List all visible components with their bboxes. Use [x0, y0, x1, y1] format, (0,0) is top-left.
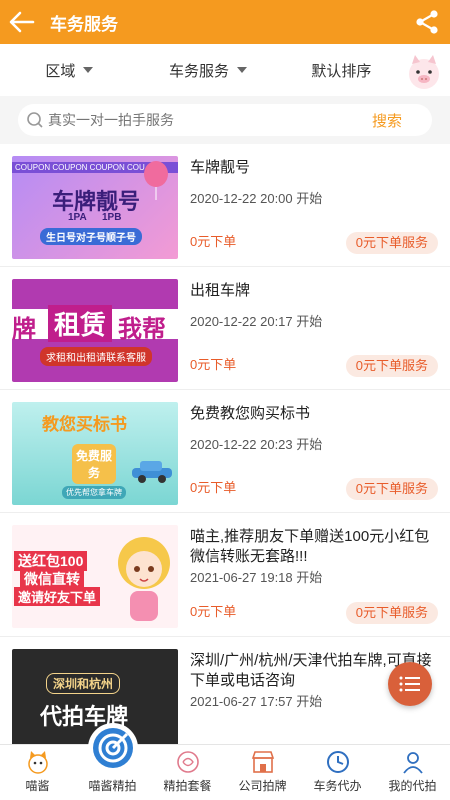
item-name: 车牌靓号	[190, 159, 251, 176]
item-price: 0元下单	[190, 357, 237, 372]
nav-label: 喵酱	[25, 779, 50, 793]
item-thumbnail: 教您买标书 免费服务 优先帮您拿车牌	[12, 402, 178, 505]
user-icon	[402, 752, 423, 774]
share-icon[interactable]	[414, 9, 440, 35]
list-item[interactable]: 牌 租赁 我帮 求租和出租请联系客服 出租车牌 2020-12-22 20:17…	[0, 267, 450, 390]
item-time: 2021-06-27 17:57 开始	[190, 694, 323, 709]
thumb-line-2: 微信直转	[20, 569, 84, 589]
pig-mascot-icon	[409, 55, 439, 89]
nav-label: 我的代拍	[388, 779, 437, 793]
nav-item-gongsi-paipai[interactable]: 公司拍牌	[225, 745, 300, 800]
cartoon-girl-icon	[118, 537, 170, 621]
order-button[interactable]: 0元下单服务	[345, 602, 438, 624]
search-input[interactable]	[48, 112, 348, 128]
thumb-sub1: 1PA	[68, 212, 87, 223]
item-name: 喵主,推荐朋友下单赠送100元小红包微信转账无套路!!!	[190, 528, 430, 565]
thumb-bottom: 优先帮您拿车牌	[62, 486, 126, 499]
filter-region-label: 区域	[45, 62, 76, 80]
menu-fab-button[interactable]	[388, 662, 432, 706]
item-name: 出租车牌	[190, 282, 251, 299]
search-button[interactable]: 搜索	[372, 110, 402, 131]
nav-label: 公司拍牌	[238, 779, 287, 793]
package-icon	[176, 751, 199, 773]
nav-item-jingpai-taocan[interactable]: 精拍套餐	[150, 745, 225, 800]
cat-icon	[27, 751, 48, 774]
store-icon	[251, 751, 274, 773]
search-bar: 搜索	[0, 96, 450, 144]
list-item[interactable]: COUPON COUPON COUPON COU 车牌靓号 1PA 1PB 生日…	[0, 144, 450, 267]
app-header: 车务服务	[0, 0, 450, 44]
filter-sort-label: 默认排序	[311, 62, 372, 80]
item-name: 免费教您购买标书	[190, 405, 311, 422]
filter-service-label: 车务服务	[169, 62, 230, 80]
thumb-bottom: 求租和出租请联系客服	[40, 347, 152, 366]
order-button[interactable]: 0元下单服务	[345, 232, 438, 254]
search-icon	[27, 112, 43, 128]
filter-service[interactable]: 车务服务	[139, 60, 278, 81]
item-time: 2020-12-22 20:17 开始	[190, 314, 323, 329]
filter-bar: 区域 车务服务 默认排序	[0, 44, 450, 96]
service-list: COUPON COUPON COUPON COU 车牌靓号 1PA 1PB 生日…	[0, 144, 450, 744]
car-icon	[132, 461, 172, 483]
item-price: 0元下单	[190, 604, 237, 619]
item-thumbnail: 送红包100 微信直转 邀请好友下单	[12, 525, 178, 628]
order-button[interactable]: 0元下单服务	[345, 355, 438, 377]
thumb-line-1: 送红包100	[14, 551, 88, 571]
nav-label: 车务代办	[313, 779, 362, 793]
thumb-line-1: 深圳和杭州	[46, 673, 121, 694]
thumb-text-2: 租赁	[48, 305, 113, 342]
search-box: 搜索	[18, 104, 432, 136]
list-item[interactable]: 送红包100 微信直转 邀请好友下单 喵主,推荐朋友下单赠送100元小红包微信转…	[0, 513, 450, 637]
item-price: 0元下单	[190, 480, 237, 495]
order-button[interactable]: 0元下单服务	[345, 478, 438, 500]
back-button[interactable]	[0, 0, 44, 44]
item-thumbnail: COUPON COUPON COUPON COU 车牌靓号 1PA 1PB 生日…	[12, 156, 178, 259]
caret-down-icon	[83, 67, 94, 73]
nav-label: 喵酱精拍	[88, 779, 137, 793]
item-price: 0元下单	[190, 234, 237, 249]
thumb-bottom: 生日号对子号顺子号	[40, 228, 142, 245]
thumb-sub: 免费服务	[72, 444, 116, 484]
thumb-text-1: 牌	[12, 316, 36, 343]
thumb-title: 教您买标书	[42, 415, 127, 434]
item-time: 2020-12-22 20:23 开始	[190, 437, 323, 452]
nav-item-miaojiang[interactable]: 喵酱	[0, 745, 75, 800]
filter-region[interactable]: 区域	[0, 60, 139, 81]
page-title: 车务服务	[50, 14, 118, 34]
caret-down-icon	[237, 67, 248, 73]
nav-label: 精拍套餐	[163, 779, 212, 793]
clock-icon	[326, 751, 349, 773]
item-time: 2021-06-27 19:18 开始	[190, 570, 323, 585]
arrow-left-icon	[9, 11, 35, 33]
list-item[interactable]: 教您买标书 免费服务 优先帮您拿车牌 免费教您购买标书 2020-12-22 2…	[0, 390, 450, 513]
nav-item-wode-daipai[interactable]: 我的代拍	[375, 745, 450, 800]
thumb-text-3: 我帮	[118, 316, 166, 343]
bottom-nav: 喵酱 喵酱精拍 精拍套餐 公司拍牌 车务代办 我的代拍	[0, 723, 450, 800]
list-item[interactable]: 深圳和杭州 代拍车牌 深圳/广州/杭州/天津代拍车牌,可直接下单或电话咨询 20…	[0, 637, 450, 744]
item-thumbnail: 牌 租赁 我帮 求租和出租请联系客服	[12, 279, 178, 382]
item-time: 2020-12-22 20:00 开始	[190, 191, 323, 206]
nav-item-chewu-daiban[interactable]: 车务代办	[300, 745, 375, 800]
target-icon-wrap	[87, 723, 138, 773]
nav-item-miaojiang-jingpai[interactable]: 喵酱精拍	[75, 723, 150, 800]
thumb-line-3: 邀请好友下单	[14, 587, 101, 606]
balloon-icon	[144, 161, 168, 200]
target-icon	[92, 728, 133, 768]
thumb-title: 车牌靓号	[52, 189, 141, 214]
thumb-sub2: 1PB	[102, 212, 122, 223]
list-icon	[399, 676, 420, 692]
